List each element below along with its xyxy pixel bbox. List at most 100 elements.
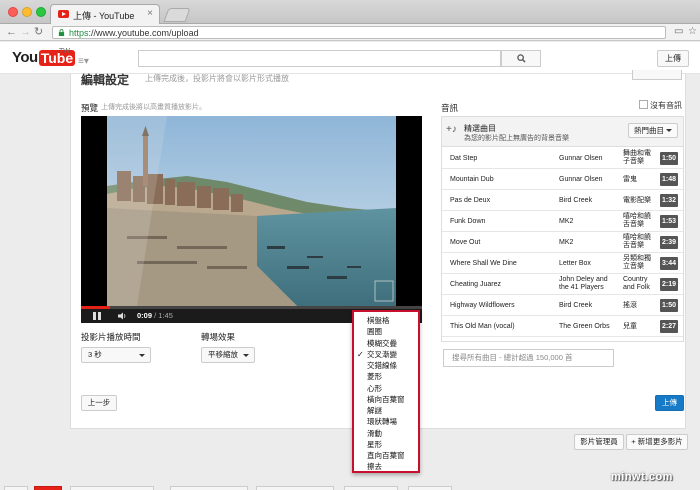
window-close-button[interactable] (8, 7, 18, 17)
featured-tracks-description: 為您的影片配上無廣告的背景音樂 (464, 135, 569, 142)
track-artist: John Deley and the 41 Players (559, 276, 608, 291)
track-row[interactable]: Move Out MK2 嘻哈和饒舌音樂 2:39 (442, 232, 683, 253)
track-duration[interactable]: 1:50 (660, 152, 678, 165)
publish-button[interactable]: 上傳 (655, 395, 684, 411)
track-row[interactable]: Dat Step Gunnar Olsen 舞曲和電子音樂 1:50 (442, 148, 683, 169)
track-artist: Letter Box (559, 260, 591, 267)
track-duration[interactable]: 1:32 (660, 194, 678, 207)
track-row[interactable]: This Old Man (vocal) The Green Orbs 兒童 2:27 (442, 316, 683, 337)
transition-option[interactable]: 菱形 (354, 371, 418, 382)
tab-close-icon[interactable]: × (147, 8, 153, 19)
track-duration[interactable]: 3:44 (660, 257, 678, 270)
track-genre: 電影配樂 (623, 197, 651, 204)
transition-option-label: 菱形 (367, 372, 382, 382)
search-button[interactable] (501, 50, 541, 67)
track-list: Dat Step Gunnar Olsen 舞曲和電子音樂 1:50 Mountain … (442, 148, 683, 337)
track-duration[interactable]: 1:48 (660, 173, 678, 186)
track-artist: Gunnar Olsen (559, 155, 603, 162)
address-bar[interactable]: https://www.youtube.com/upload (52, 26, 666, 39)
transition-option[interactable]: 棋盤格 (354, 315, 418, 326)
page-subtitle: 上傳完成後，投影片將會以影片形式播放 (145, 74, 289, 83)
lock-icon (58, 29, 65, 36)
transition-option[interactable]: 模糊交疊 (354, 338, 418, 349)
transition-option-label: 環狀轉場 (367, 417, 397, 427)
track-genre: 舞曲和電子音樂 (623, 150, 651, 165)
transition-option[interactable]: 解謎 (354, 405, 418, 416)
track-artist: Bird Creek (559, 302, 593, 309)
logo-you: You (12, 49, 38, 66)
track-genre: 嘻哈和饒舌音樂 (623, 213, 651, 228)
track-title: Dat Step (450, 155, 478, 162)
track-title: Funk Down (450, 218, 486, 225)
add-more-videos-button[interactable]: + 新增更多影片 (626, 434, 688, 450)
transition-option[interactable]: 直向百葉窗 (354, 450, 418, 461)
transition-select[interactable]: 平移縮放 (201, 347, 255, 363)
forward-arrow-icon[interactable]: → (20, 25, 31, 39)
slide-duration-label: 投影片播放時間 (81, 332, 141, 342)
guide-menu-icon[interactable]: ≡▾ (78, 56, 89, 67)
transition-option-label: 星形 (367, 439, 382, 449)
transition-option[interactable]: 擦去 (354, 461, 418, 472)
no-audio-checkbox[interactable] (639, 100, 648, 109)
transition-option[interactable]: 交錯線條 (354, 360, 418, 371)
transition-option-label: 模糊交疊 (367, 338, 397, 348)
reload-icon[interactable]: ↻ (34, 25, 43, 39)
track-row[interactable]: Cheating Juarez John Deley and the 41 Pla… (442, 274, 683, 295)
track-search-input[interactable]: 搜尋所有曲目 - 總計超過 150,000 首 (443, 349, 614, 367)
no-audio-option[interactable]: 沒有音訊 (639, 100, 682, 111)
search-input[interactable] (138, 50, 501, 67)
track-row[interactable]: Funk Down MK2 嘻哈和饒舌音樂 1:53 (442, 211, 683, 232)
reader-icon[interactable]: ▭ (674, 26, 683, 37)
popular-tracks-label: 熱門曲目 (634, 126, 664, 135)
youtube-header: You Tube TW ≡▾ 上傳 (0, 42, 700, 74)
header-upload-button[interactable]: 上傳 (657, 50, 689, 67)
strip-item (344, 486, 398, 490)
transition-option-label: 棋盤格 (367, 316, 390, 325)
track-genre: 雷鬼 (623, 176, 637, 183)
track-row[interactable]: Pas de Deux Bird Creek 電影配樂 1:32 (442, 190, 683, 211)
transition-option-label: 橫向百葉窗 (367, 394, 405, 404)
url-path: ://www.youtube.com/upload (88, 28, 199, 38)
volume-icon[interactable] (117, 311, 127, 321)
track-row[interactable]: Highway Wildflowers Bird Creek 搖滾 1:50 (442, 295, 683, 316)
bookmark-star-icon[interactable]: ☆ (688, 26, 697, 37)
transition-option[interactable]: 滑動 (354, 428, 418, 439)
transition-option[interactable]: 星形 (354, 439, 418, 450)
top-action-button[interactable] (632, 70, 682, 80)
video-manager-button[interactable]: 影片管理員 (574, 434, 624, 450)
url-text: https://www.youtube.com/upload (69, 28, 199, 38)
track-title: This Old Man (vocal) (450, 323, 515, 330)
track-duration[interactable]: 2:39 (660, 236, 678, 249)
window-zoom-button[interactable] (36, 7, 46, 17)
transition-option[interactable]: 心形 (354, 383, 418, 394)
track-genre: 搖滾 (623, 302, 637, 309)
transition-option[interactable]: 環狀轉場 (354, 416, 418, 427)
transition-option-label: 直向百葉窗 (367, 451, 405, 460)
pause-icon[interactable] (93, 312, 101, 320)
back-arrow-icon[interactable]: ← (6, 25, 17, 39)
track-duration[interactable]: 2:19 (660, 278, 678, 291)
track-duration[interactable]: 1:53 (660, 215, 678, 228)
audio-library-panel: +♪ 精選曲目 為您的影片配上無廣告的背景音樂 熱門曲目 Dat Step Gun… (441, 116, 684, 342)
popular-tracks-dropdown[interactable]: 熱門曲目 (628, 123, 678, 138)
track-title: Highway Wildflowers (450, 302, 515, 309)
preview-hint: 上傳完成後將以高畫質播放影片。 (101, 104, 206, 111)
transition-option-label: 心形 (367, 383, 382, 393)
transition-option[interactable]: 圓圈 (354, 326, 418, 337)
track-duration[interactable]: 2:27 (660, 320, 678, 333)
transition-option[interactable]: ✓ 交叉漸變 (354, 349, 418, 360)
browser-tab[interactable]: 上傳 - YouTube × (50, 4, 160, 24)
back-button[interactable]: 上一步 (81, 395, 117, 411)
track-genre: Country and Folk (623, 276, 650, 291)
transition-option[interactable]: 橫向百葉窗 (354, 394, 418, 405)
new-tab-button[interactable] (163, 8, 191, 22)
track-row[interactable]: Where Shall We Dine Letter Box 另類和獨立音樂 3:44 (442, 253, 683, 274)
slide-duration-select[interactable]: 3 秒 (81, 347, 151, 363)
track-row[interactable]: Mountain Dub Gunnar Olsen 雷鬼 1:48 (442, 169, 683, 190)
track-duration[interactable]: 1:50 (660, 299, 678, 312)
video-player[interactable]: 0:09 / 1:45 (81, 116, 422, 323)
track-genre: 另類和獨立音樂 (623, 255, 651, 270)
video-frame (107, 116, 396, 306)
track-artist: The Green Orbs (559, 323, 610, 330)
window-minimize-button[interactable] (22, 7, 32, 17)
